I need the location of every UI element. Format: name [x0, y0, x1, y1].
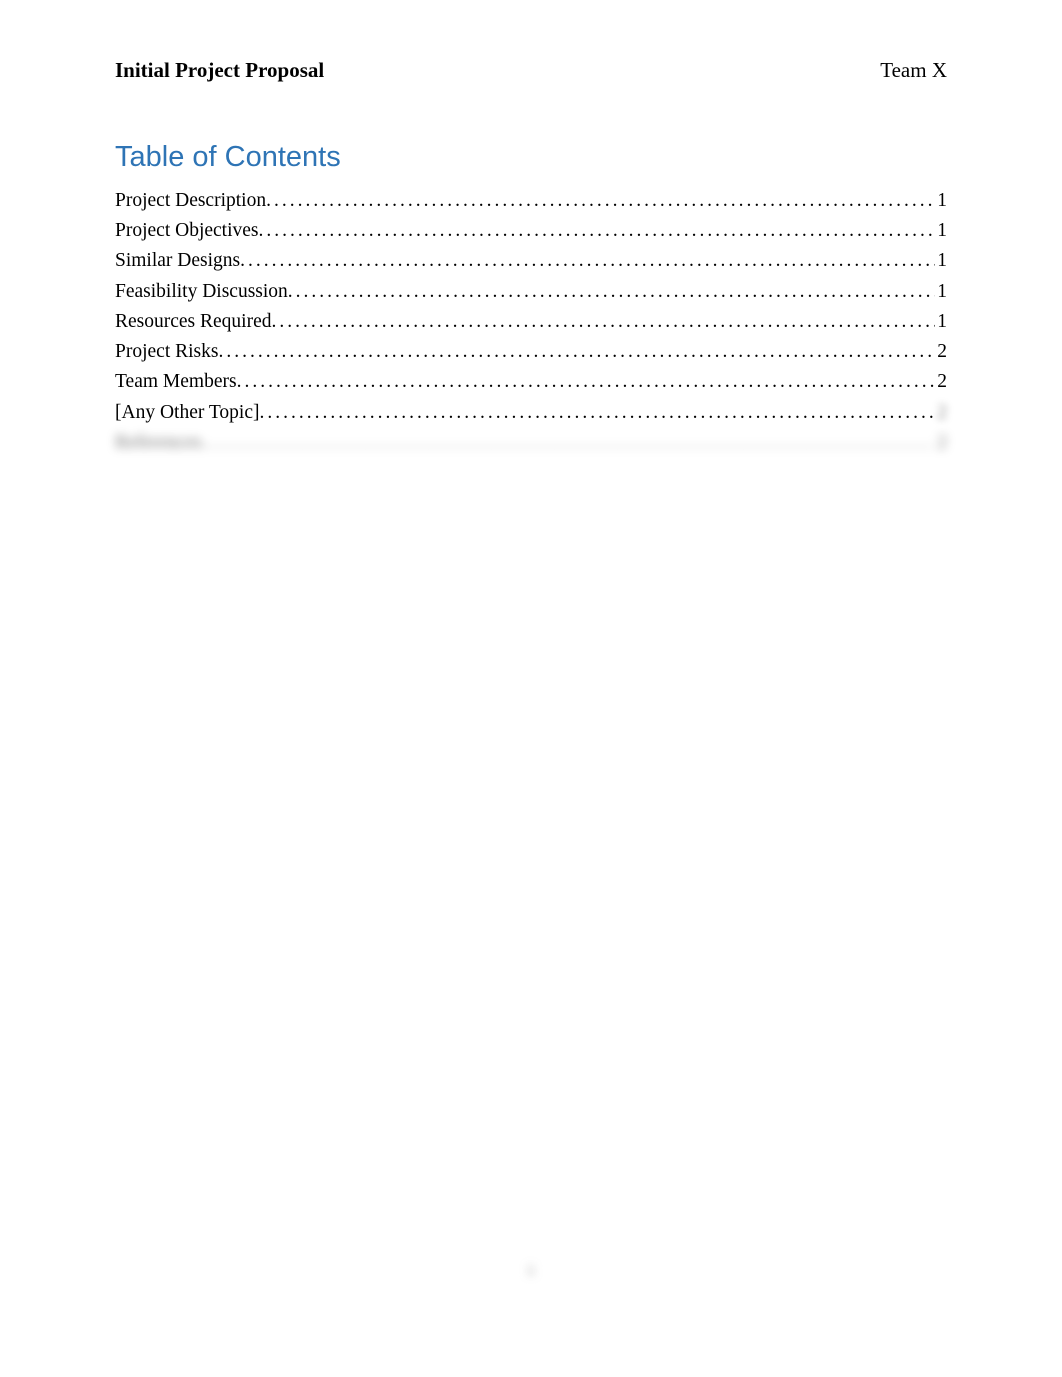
header-title-left: Initial Project Proposal [115, 58, 324, 83]
toc-entry-page: 2 [935, 337, 947, 367]
toc-entry-label: [Any Other Topic] [115, 398, 260, 428]
toc-entry-page: 1 [935, 216, 947, 246]
document-header: Initial Project Proposal Team X [115, 58, 947, 83]
toc-entry-page: 1 [935, 307, 947, 337]
toc-entry-label: Resources Required [115, 307, 272, 337]
toc-entry-page: 2 [935, 367, 947, 397]
toc-entry[interactable]: References 2 [115, 428, 947, 458]
toc-entry[interactable]: Team Members 2 [115, 367, 947, 397]
toc-list: Project Description1Project Objectives1S… [115, 186, 947, 458]
toc-entry-page: 2 [935, 398, 947, 428]
toc-entry-label: Team Members [115, 367, 237, 397]
toc-entry[interactable]: Project Objectives 1 [115, 216, 947, 246]
toc-entry-page: 1 [935, 277, 947, 307]
toc-heading: Table of Contents [115, 141, 947, 174]
toc-leader-dots [218, 337, 935, 367]
toc-entry-page: 2 [935, 428, 947, 458]
toc-leader-dots [202, 428, 936, 458]
toc-entry[interactable]: Resources Required 1 [115, 307, 947, 337]
toc-leader-dots [272, 307, 936, 337]
toc-leader-dots [288, 277, 935, 307]
toc-entry[interactable]: Similar Designs 1 [115, 246, 947, 276]
toc-entry-page: 1 [935, 246, 947, 276]
header-title-right: Team X [880, 58, 947, 83]
toc-entry-label: Project Objectives [115, 216, 259, 246]
toc-entry[interactable]: Feasibility Discussion 1 [115, 277, 947, 307]
toc-entry-page: 1 [935, 186, 947, 216]
toc-entry-label: Project Description [115, 186, 266, 216]
toc-leader-dots [240, 246, 935, 276]
toc-entry[interactable]: Project Risks 2 [115, 337, 947, 367]
toc-leader-dots [260, 398, 936, 428]
toc-entry-label: Similar Designs [115, 246, 240, 276]
toc-entry-label: References [115, 428, 202, 458]
toc-entry[interactable]: Project Description 1 [115, 186, 947, 216]
toc-leader-dots [259, 216, 936, 246]
toc-entry-label: Project Risks [115, 337, 218, 367]
page-number-footer: ii [526, 1260, 537, 1282]
toc-leader-dots [266, 186, 935, 216]
toc-entry-label: Feasibility Discussion [115, 277, 288, 307]
toc-entry[interactable]: [Any Other Topic] 2 [115, 398, 947, 428]
toc-leader-dots [237, 367, 936, 397]
